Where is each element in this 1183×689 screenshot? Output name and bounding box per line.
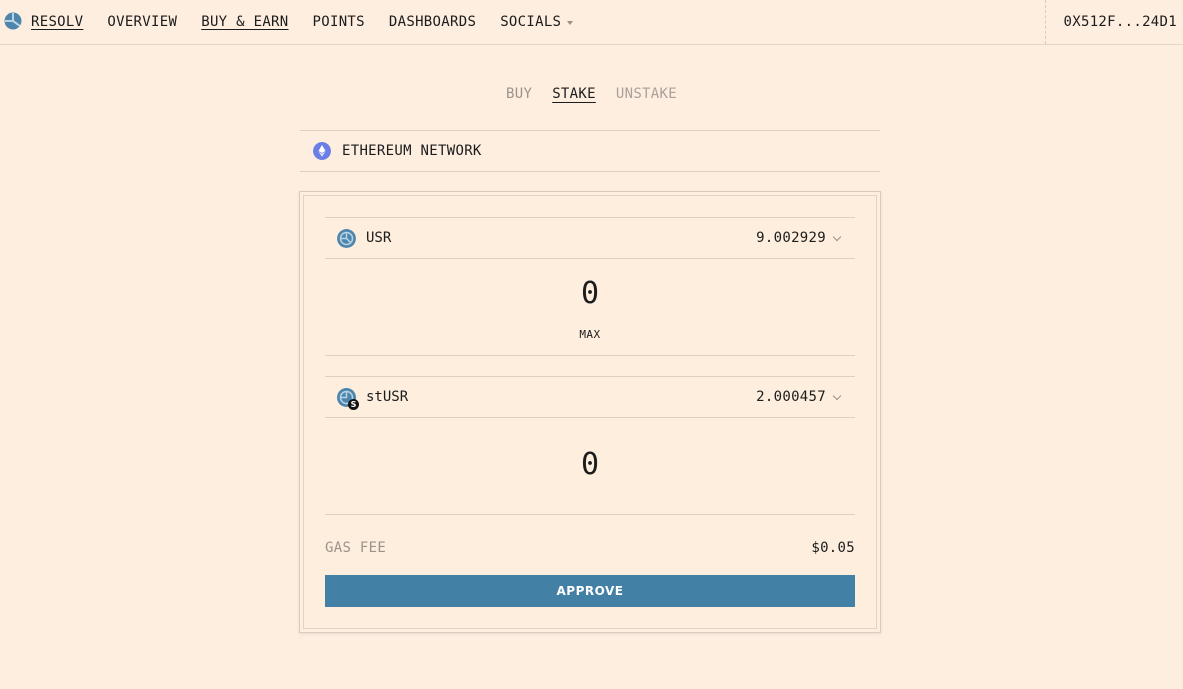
from-token-balance: 9.002929	[756, 230, 826, 246]
to-token-balance: 2.000457	[756, 389, 826, 405]
nav-brand-resolv[interactable]: RESOLV	[31, 14, 83, 30]
usr-token-icon	[337, 228, 356, 248]
approve-button[interactable]: APPROVE	[325, 575, 855, 607]
max-button[interactable]: MAX	[325, 328, 855, 341]
resolv-logo-icon[interactable]	[4, 12, 22, 30]
staked-badge: S	[348, 398, 359, 410]
tab-stake[interactable]: STAKE	[552, 86, 596, 102]
stake-card-inner: USR 9.002929 0 MAX S stUSR 2.000457 0 GA…	[303, 195, 877, 629]
section-divider	[325, 514, 855, 515]
chevron-down-icon	[567, 21, 574, 25]
ethereum-icon	[313, 142, 331, 160]
to-token-symbol: stUSR	[366, 389, 409, 405]
nav-item-dashboards[interactable]: DASHBOARDS	[389, 14, 476, 30]
to-token-selector[interactable]: S stUSR 2.000457	[325, 376, 855, 418]
nav-item-overview[interactable]: OVERVIEW	[107, 14, 177, 30]
section-divider	[325, 355, 855, 356]
stusr-token-icon: S	[337, 387, 359, 410]
nav-item-buy-earn[interactable]: BUY & EARN	[201, 14, 288, 30]
wallet-address-button[interactable]: 0X512F...24D1	[1045, 0, 1183, 44]
stake-card: USR 9.002929 0 MAX S stUSR 2.000457 0 GA…	[299, 191, 881, 633]
tab-unstake[interactable]: UNSTAKE	[616, 86, 677, 102]
tab-buy[interactable]: BUY	[506, 86, 532, 102]
from-token-symbol: USR	[366, 230, 392, 246]
nav-item-socials[interactable]: SOCIALS	[500, 14, 574, 30]
main-nav: RESOLV OVERVIEW BUY & EARN POINTS DASHBO…	[31, 0, 574, 44]
nav-item-socials-label: SOCIALS	[500, 14, 562, 30]
to-amount-output: 0	[580, 447, 600, 482]
network-label: ETHEREUM NETWORK	[342, 143, 482, 159]
gas-fee-value: $0.05	[811, 540, 855, 556]
top-navigation-bar: RESOLV OVERVIEW BUY & EARN POINTS DASHBO…	[0, 0, 1183, 45]
action-tabs: BUY STAKE UNSTAKE	[0, 86, 1183, 102]
network-selector[interactable]: ETHEREUM NETWORK	[300, 130, 880, 172]
from-amount-input[interactable]: 0	[325, 276, 855, 311]
chevron-down-icon	[832, 232, 842, 241]
from-token-selector[interactable]: USR 9.002929	[325, 217, 855, 259]
chevron-down-icon	[832, 391, 842, 400]
gas-fee-row: GAS FEE $0.05	[325, 540, 855, 556]
nav-item-points[interactable]: POINTS	[313, 14, 365, 30]
gas-fee-label: GAS FEE	[325, 540, 387, 556]
